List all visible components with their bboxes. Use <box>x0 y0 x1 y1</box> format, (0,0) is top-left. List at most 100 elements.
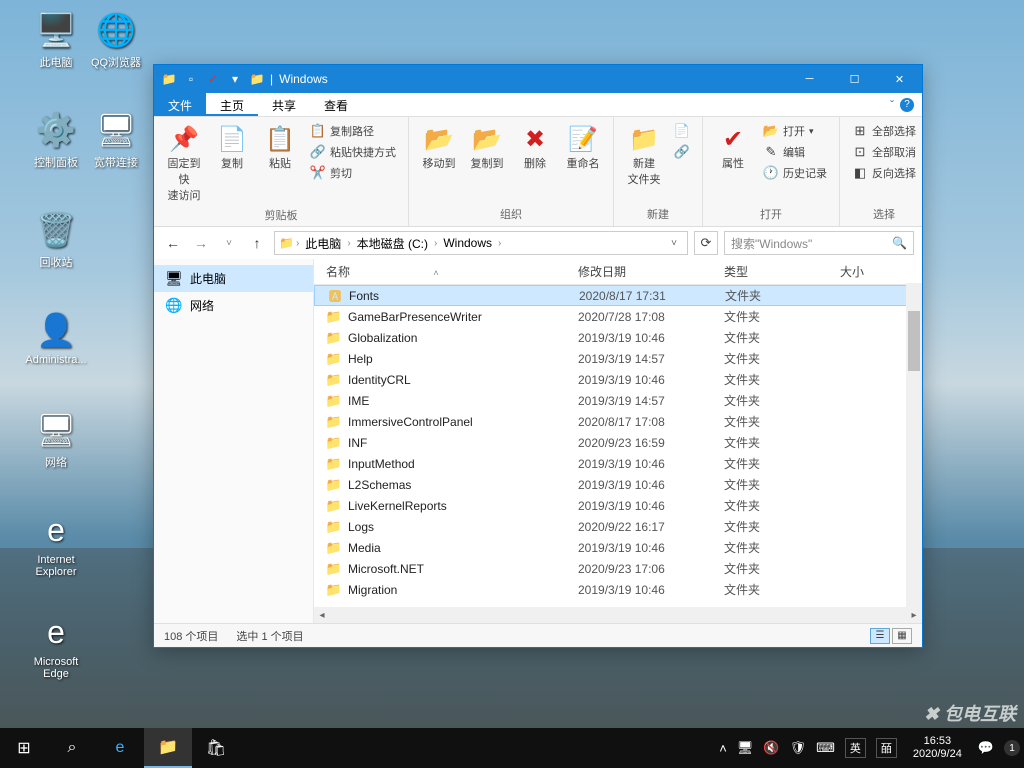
help-icon[interactable]: ? <box>900 98 914 112</box>
table-row[interactable]: 📁Globalization2019/3/19 10:46文件夹 <box>314 327 922 348</box>
chevron-right-icon[interactable]: › <box>296 238 299 249</box>
table-row[interactable]: 📁INF2020/9/23 16:59文件夹 <box>314 432 922 453</box>
tab-home[interactable]: 主页 <box>206 93 258 116</box>
desktop-icon-QQ浏览器[interactable]: 🌐QQ浏览器 <box>82 10 150 70</box>
paste-button[interactable]: 📋粘贴 <box>258 121 302 173</box>
tray-overflow-icon[interactable]: ˄ <box>719 741 727 756</box>
desktop-icon-此电脑[interactable]: 🖥️此电脑 <box>22 10 90 70</box>
chevron-right-icon[interactable]: › <box>347 238 350 249</box>
notification-badge[interactable]: 1 <box>1004 740 1020 756</box>
clock[interactable]: 16:53 2020/9/24 <box>907 735 968 761</box>
desktop-icon-回收站[interactable]: 🗑️回收站 <box>22 210 90 270</box>
table-row[interactable]: 📁Help2019/3/19 14:57文件夹 <box>314 348 922 369</box>
col-name[interactable]: 名称 ˄ <box>326 263 578 280</box>
desktop-icon-网络[interactable]: 🖥网络 <box>22 410 90 470</box>
tab-view[interactable]: 查看 <box>310 93 362 116</box>
vertical-scrollbar[interactable] <box>906 283 922 607</box>
forward-button[interactable]: → <box>190 232 212 254</box>
chevron-right-icon[interactable]: › <box>434 238 437 249</box>
cut-button[interactable]: ✂️剪切 <box>306 163 400 183</box>
qat-new-icon[interactable]: ✓ <box>204 70 222 88</box>
open-button[interactable]: 📂打开▾ <box>759 121 831 141</box>
table-row[interactable]: 📁Microsoft.NET2020/9/23 17:06文件夹 <box>314 558 922 579</box>
search-icon[interactable]: 🔍 <box>892 236 907 250</box>
tray-defender-icon[interactable]: 🛡 <box>790 740 807 756</box>
col-type[interactable]: 类型 <box>724 263 840 280</box>
move-to-button[interactable]: 📂移动到 <box>417 121 461 173</box>
minimize-button[interactable]: ─ <box>787 65 832 93</box>
close-button[interactable]: ✕ <box>877 65 922 93</box>
select-none-button[interactable]: ⊡全部取消 <box>848 142 920 162</box>
table-row[interactable]: 📁LiveKernelReports2019/3/19 10:46文件夹 <box>314 495 922 516</box>
easy-access-icon[interactable]: 🔗 <box>670 142 694 162</box>
table-row[interactable]: 📁Media2019/3/19 10:46文件夹 <box>314 537 922 558</box>
chevron-right-icon[interactable]: › <box>498 238 501 249</box>
table-row[interactable]: 📁L2Schemas2019/3/19 10:46文件夹 <box>314 474 922 495</box>
crumb-thispc[interactable]: 此电脑 <box>301 233 345 254</box>
crumb-windows[interactable]: Windows <box>439 234 496 252</box>
search-input[interactable]: 搜索"Windows" 🔍 <box>724 231 914 255</box>
breadcrumb[interactable]: 📁 › 此电脑 › 本地磁盘 (C:) › Windows › ˅ <box>274 231 688 255</box>
new-folder-button[interactable]: 📁新建 文件夹 <box>622 121 666 189</box>
tray-ime-icon[interactable]: ⌨ <box>816 740 835 756</box>
table-row[interactable]: 📁IdentityCRL2019/3/19 10:46文件夹 <box>314 369 922 390</box>
back-button[interactable]: ← <box>162 232 184 254</box>
invert-selection-button[interactable]: ◧反向选择 <box>848 163 920 183</box>
scroll-left-icon[interactable]: ◂ <box>314 610 330 621</box>
refresh-button[interactable]: ⟳ <box>694 231 718 255</box>
qat-properties-icon[interactable]: ▫ <box>182 70 200 88</box>
view-details-icon[interactable]: ☰ <box>870 628 890 644</box>
recent-dropdown[interactable]: ˅ <box>218 232 240 254</box>
up-button[interactable]: ↑ <box>246 232 268 254</box>
desktop-icon-控制面板[interactable]: ⚙️控制面板 <box>22 110 90 170</box>
desktop-icon-Administra...[interactable]: 👤Administra... <box>22 310 90 366</box>
crumb-disk[interactable]: 本地磁盘 (C:) <box>353 233 432 254</box>
titlebar[interactable]: 📁 ▫ ✓ ▾ 📁 | Windows ─ ☐ ✕ <box>154 65 922 93</box>
pin-button[interactable]: 📌固定到快 速访问 <box>162 121 206 205</box>
table-row[interactable]: 📁GameBarPresenceWriter2020/7/28 17:08文件夹 <box>314 306 922 327</box>
table-row[interactable]: 📁Migration2019/3/19 10:46文件夹 <box>314 579 922 600</box>
properties-button[interactable]: ✔属性 <box>711 121 755 173</box>
scroll-right-icon[interactable]: ▸ <box>906 610 922 621</box>
table-row[interactable]: 📁Logs2020/9/22 16:17文件夹 <box>314 516 922 537</box>
tab-share[interactable]: 共享 <box>258 93 310 116</box>
edge-taskbar[interactable]: e <box>96 728 144 768</box>
tray-volume-icon[interactable]: 🔇 <box>763 740 779 756</box>
scrollbar-thumb[interactable] <box>908 311 920 371</box>
paste-shortcut-button[interactable]: 🔗粘贴快捷方式 <box>306 142 400 162</box>
edit-button[interactable]: ✎编辑 <box>759 142 831 162</box>
copy-to-button[interactable]: 📂复制到 <box>465 121 509 173</box>
store-taskbar[interactable]: 🛍 <box>192 728 240 768</box>
col-size[interactable]: 大小 <box>840 263 888 280</box>
navitem-thispc[interactable]: 🖥此电脑 <box>154 265 313 292</box>
table-row[interactable]: 📁ImmersiveControlPanel2020/8/17 17:08文件夹 <box>314 411 922 432</box>
table-row[interactable]: 📁IME2019/3/19 14:57文件夹 <box>314 390 922 411</box>
tray-network-icon[interactable]: 🖥 <box>737 740 754 756</box>
select-all-button[interactable]: ⊞全部选择 <box>848 121 920 141</box>
action-center-icon[interactable]: 💬 <box>978 740 994 756</box>
desktop-icon-宽带连接[interactable]: 🖥宽带连接 <box>82 110 150 170</box>
ribbon-collapse-icon[interactable]: ˇ <box>890 98 894 112</box>
start-button[interactable]: ⊞ <box>0 728 48 768</box>
navitem-network[interactable]: 🌐网络 <box>154 292 313 319</box>
table-row[interactable]: 🅰Fonts2020/8/17 17:31文件夹 <box>314 285 922 306</box>
explorer-taskbar[interactable]: 📁 <box>144 728 192 768</box>
view-icons-icon[interactable]: ▦ <box>892 628 912 644</box>
copy-button[interactable]: 📄复制 <box>210 121 254 173</box>
rename-button[interactable]: 📝重命名 <box>561 121 605 173</box>
desktop-icon-Microsoft Edge[interactable]: eMicrosoft Edge <box>22 612 90 680</box>
desktop-icon-Internet Explorer[interactable]: eInternet Explorer <box>22 510 90 578</box>
new-item-icon[interactable]: 📄 <box>670 121 694 141</box>
delete-button[interactable]: ✖删除 <box>513 121 557 173</box>
copy-path-button[interactable]: 📋复制路径 <box>306 121 400 141</box>
col-date[interactable]: 修改日期 <box>578 263 724 280</box>
history-button[interactable]: 🕐历史记录 <box>759 163 831 183</box>
ime-lang-2[interactable]: 皕 <box>876 738 897 758</box>
horizontal-scrollbar[interactable]: ◂▸ <box>314 607 922 623</box>
search-button[interactable]: ⌕ <box>48 728 96 768</box>
breadcrumb-dropdown[interactable]: ˅ <box>665 238 683 249</box>
ime-lang-1[interactable]: 英 <box>845 738 866 758</box>
tab-file[interactable]: 文件 <box>154 93 206 116</box>
maximize-button[interactable]: ☐ <box>832 65 877 93</box>
table-row[interactable]: 📁InputMethod2019/3/19 10:46文件夹 <box>314 453 922 474</box>
